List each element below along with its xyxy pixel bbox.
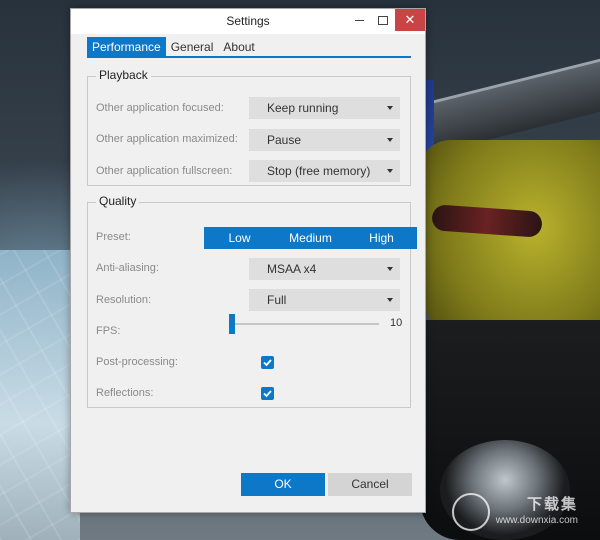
antialiasing-select[interactable]: MSAA x4 — [249, 258, 400, 280]
postprocessing-label: Post-processing: — [96, 356, 178, 368]
settings-window: Settings ✕ Performance General About Pla… — [70, 8, 426, 513]
checkmark-icon — [263, 390, 272, 398]
quality-legend: Quality — [96, 194, 140, 208]
maximized-select[interactable]: Pause — [249, 129, 400, 151]
title-bar[interactable]: Settings ✕ — [71, 9, 425, 34]
focused-select-value: Keep running — [267, 101, 339, 115]
chevron-down-icon — [387, 267, 393, 271]
chevron-down-icon — [387, 298, 393, 302]
resolution-select[interactable]: Full — [249, 289, 400, 311]
checkmark-icon — [263, 359, 272, 367]
focused-select[interactable]: Keep running — [249, 97, 400, 119]
tab-about[interactable]: About — [218, 37, 259, 57]
chevron-down-icon — [387, 169, 393, 173]
close-button[interactable]: ✕ — [395, 9, 425, 31]
fps-value: 10 — [390, 317, 403, 329]
maximize-button[interactable] — [371, 9, 395, 31]
fps-label: FPS: — [96, 325, 121, 337]
tab-bar: Performance General About — [87, 37, 260, 57]
maximized-select-value: Pause — [267, 133, 302, 147]
playback-group: Playback Other application focused: Keep… — [87, 68, 411, 186]
postprocessing-checkbox[interactable] — [261, 356, 274, 369]
tab-underline — [87, 56, 411, 58]
preset-low-button[interactable]: Low — [204, 227, 275, 249]
chevron-down-icon — [387, 106, 393, 110]
maximized-label: Other application maximized: — [96, 133, 238, 145]
fps-slider-track[interactable] — [234, 323, 379, 325]
minimize-button[interactable] — [347, 9, 371, 31]
fullscreen-label: Other application fullscreen: — [96, 165, 233, 177]
playback-legend: Playback — [96, 68, 151, 82]
reflections-checkbox[interactable] — [261, 387, 274, 400]
focused-label: Other application focused: — [96, 102, 224, 114]
tab-general[interactable]: General — [166, 37, 219, 57]
preset-selector: Low Medium High — [204, 227, 417, 249]
preset-label: Preset: — [96, 231, 131, 243]
fullscreen-select[interactable]: Stop (free memory) — [249, 160, 400, 182]
resolution-label: Resolution: — [96, 294, 152, 306]
antialiasing-label: Anti-aliasing: — [96, 262, 159, 274]
cancel-button[interactable]: Cancel — [328, 473, 412, 496]
resolution-select-value: Full — [267, 293, 287, 307]
fullscreen-select-value: Stop (free memory) — [267, 164, 371, 178]
watermark-url: www.downxia.com — [495, 515, 578, 526]
minimize-icon — [354, 20, 364, 22]
maximize-icon — [378, 16, 388, 26]
antialiasing-select-value: MSAA x4 — [267, 262, 317, 276]
ok-button[interactable]: OK — [241, 473, 325, 496]
preset-medium-button[interactable]: Medium — [275, 227, 346, 249]
floor-grid — [0, 250, 80, 540]
watermark: 下载集 www.downxia.com — [451, 493, 578, 531]
watermark-logo-icon — [451, 493, 490, 531]
quality-group: Quality Preset: Low Medium High Anti-ali… — [87, 194, 417, 408]
watermark-title: 下载集 — [526, 496, 578, 513]
tab-performance[interactable]: Performance — [87, 37, 166, 57]
close-icon: ✕ — [404, 12, 416, 27]
reflections-label: Reflections: — [96, 387, 154, 399]
fps-slider-handle[interactable] — [229, 314, 235, 334]
preset-high-button[interactable]: High — [346, 227, 417, 249]
chevron-down-icon — [387, 138, 393, 142]
